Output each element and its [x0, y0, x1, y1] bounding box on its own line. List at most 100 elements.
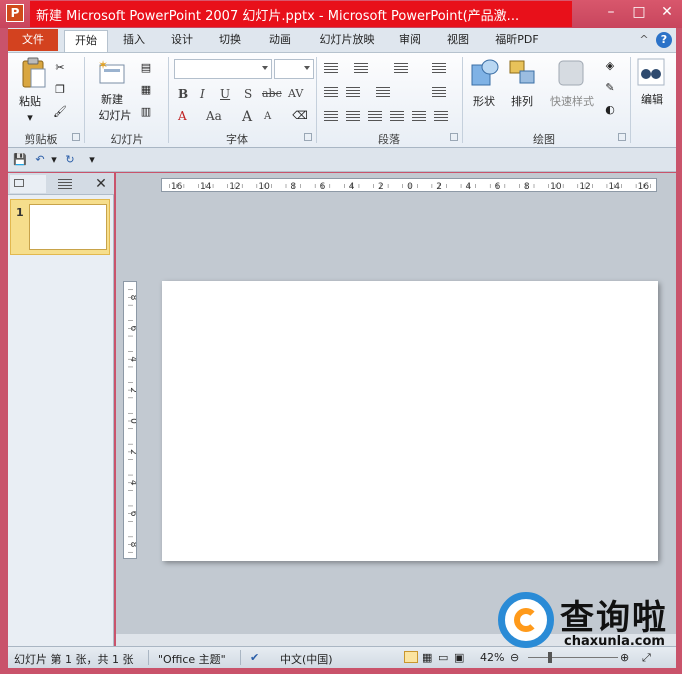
- redo-icon[interactable]: ↻: [62, 153, 78, 167]
- ribbon: 粘贴 ▾ ✂ ❐ 🖌 剪贴板 ✶ 新建 幻灯片 ▤ ▦ ▥ 幻灯片 B I U …: [8, 52, 676, 148]
- group-separator: [168, 57, 169, 143]
- help-icon[interactable]: ?: [656, 32, 672, 48]
- quick-access-toolbar: 💾 ↶ ▾ ↻ ▾: [8, 148, 676, 172]
- smartart-icon[interactable]: [434, 111, 448, 121]
- powerpoint-icon[interactable]: P: [6, 4, 24, 22]
- shrink-font-button[interactable]: A: [264, 111, 271, 122]
- tab-transitions[interactable]: 切换: [210, 30, 250, 52]
- watermark-title: 查询啦: [560, 598, 668, 638]
- quick-styles-label[interactable]: 快速样式: [542, 93, 602, 109]
- strikethrough-button[interactable]: abc: [262, 87, 282, 100]
- normal-view-icon[interactable]: [404, 651, 418, 663]
- zoom-slider[interactable]: [528, 657, 618, 658]
- save-icon[interactable]: 💾: [12, 153, 28, 167]
- align-left-icon[interactable]: [324, 111, 338, 121]
- shape-effects-icon[interactable]: ◐: [602, 103, 618, 117]
- bullets-icon[interactable]: [324, 63, 338, 73]
- bold-button[interactable]: B: [178, 87, 188, 101]
- minimize-button[interactable]: –: [598, 2, 624, 22]
- paragraph-launcher-icon[interactable]: [450, 133, 458, 141]
- numbering-icon[interactable]: [354, 63, 368, 73]
- language[interactable]: 中文(中国): [280, 651, 333, 667]
- tab-insert[interactable]: 插入: [114, 30, 154, 52]
- change-case-button[interactable]: Aa: [206, 109, 222, 123]
- font-launcher-icon[interactable]: [304, 133, 312, 141]
- paste-icon[interactable]: [20, 57, 48, 91]
- slide-canvas[interactable]: [162, 281, 658, 561]
- paste-button-label[interactable]: 粘贴: [14, 93, 46, 109]
- font-color-button[interactable]: A: [178, 109, 187, 123]
- slide-thumbnail-item[interactable]: 1: [10, 199, 110, 255]
- spellcheck-icon[interactable]: ✔: [250, 651, 259, 664]
- tab-foxit-pdf[interactable]: 福昕PDF: [486, 30, 548, 52]
- clear-formatting-icon[interactable]: ⌫: [292, 109, 308, 123]
- line-spacing-icon[interactable]: [394, 63, 408, 73]
- decrease-indent-icon[interactable]: [324, 87, 338, 97]
- layout-icon[interactable]: ▤: [138, 61, 154, 75]
- undo-dropdown-icon[interactable]: ▾: [46, 153, 62, 167]
- status-separator: [148, 650, 149, 665]
- tab-slideshow[interactable]: 幻灯片放映: [310, 30, 384, 52]
- new-slide-icon[interactable]: ✶: [96, 59, 126, 87]
- font-size-combo[interactable]: [274, 59, 314, 79]
- theme-name[interactable]: "Office 主题": [158, 651, 226, 667]
- grow-font-button[interactable]: A: [242, 109, 252, 125]
- section-icon[interactable]: ▥: [138, 105, 154, 119]
- arrange-icon[interactable]: [508, 57, 538, 89]
- paste-dropdown-icon[interactable]: ▾: [22, 111, 38, 125]
- text-direction-icon[interactable]: [432, 63, 446, 73]
- new-slide-label-1[interactable]: 新建: [92, 91, 132, 107]
- align-center-icon[interactable]: [346, 111, 360, 121]
- slideshow-view-icon[interactable]: ▣: [454, 651, 464, 664]
- copy-icon[interactable]: ❐: [52, 83, 68, 97]
- maximize-button[interactable]: □: [626, 2, 652, 22]
- slides-tab[interactable]: [10, 175, 46, 193]
- tab-file[interactable]: 文件: [8, 29, 58, 51]
- collapse-ribbon-icon[interactable]: ^: [636, 32, 652, 48]
- shapes-label[interactable]: 形状: [466, 93, 502, 109]
- tab-home[interactable]: 开始: [64, 30, 108, 52]
- group-separator: [630, 57, 631, 143]
- horizontal-ruler[interactable]: 16 14 12 10 8 6 4 2 0 2 4 6 8 10 12 14 16: [161, 178, 657, 192]
- customize-qat-icon[interactable]: ▾: [84, 153, 100, 167]
- new-slide-label-2[interactable]: 幻灯片: [88, 107, 142, 123]
- font-name-combo[interactable]: [174, 59, 272, 79]
- distribute-icon[interactable]: [412, 111, 426, 121]
- cut-icon[interactable]: ✂: [52, 61, 68, 75]
- columns-icon[interactable]: [376, 87, 390, 97]
- align-right-icon[interactable]: [368, 111, 382, 121]
- tab-animations[interactable]: 动画: [260, 30, 300, 52]
- slide-thumbnail[interactable]: [29, 204, 107, 250]
- close-panel-icon[interactable]: ✕: [92, 175, 110, 193]
- shape-fill-icon[interactable]: ◈: [602, 59, 618, 73]
- clipboard-launcher-icon[interactable]: [72, 133, 80, 141]
- svg-text:✶: ✶: [98, 59, 108, 72]
- arrange-label[interactable]: 排列: [504, 93, 540, 109]
- close-button[interactable]: ✕: [654, 2, 680, 22]
- binoculars-icon[interactable]: [636, 57, 666, 87]
- italic-button[interactable]: I: [200, 87, 205, 101]
- char-spacing-button[interactable]: AV: [288, 87, 303, 100]
- reading-view-icon[interactable]: ▭: [438, 651, 448, 664]
- outline-tab[interactable]: [48, 175, 84, 193]
- format-painter-icon[interactable]: 🖌: [52, 105, 68, 119]
- increase-indent-icon[interactable]: [346, 87, 360, 97]
- align-text-icon[interactable]: [432, 87, 446, 97]
- drawing-launcher-icon[interactable]: [618, 133, 626, 141]
- underline-button[interactable]: U: [220, 87, 230, 101]
- shadow-button[interactable]: S: [244, 87, 252, 101]
- tab-review[interactable]: 审阅: [392, 30, 428, 52]
- chevron-down-icon: [262, 66, 268, 70]
- vertical-ruler[interactable]: 864202468: [123, 281, 137, 559]
- shape-outline-icon[interactable]: ✎: [602, 81, 618, 95]
- shapes-icon[interactable]: [470, 57, 500, 89]
- slide-sorter-icon[interactable]: ▦: [422, 651, 432, 664]
- watermark-logo-icon: [498, 592, 554, 648]
- editing-label[interactable]: 编辑: [632, 91, 672, 107]
- justify-icon[interactable]: [390, 111, 404, 121]
- tab-design[interactable]: 设计: [162, 30, 202, 52]
- tab-view[interactable]: 视图: [440, 30, 476, 52]
- window-title: 新建 Microsoft PowerPoint 2007 幻灯片.pptx - …: [36, 9, 520, 23]
- reset-icon[interactable]: ▦: [138, 83, 154, 97]
- quick-styles-icon[interactable]: [556, 57, 586, 89]
